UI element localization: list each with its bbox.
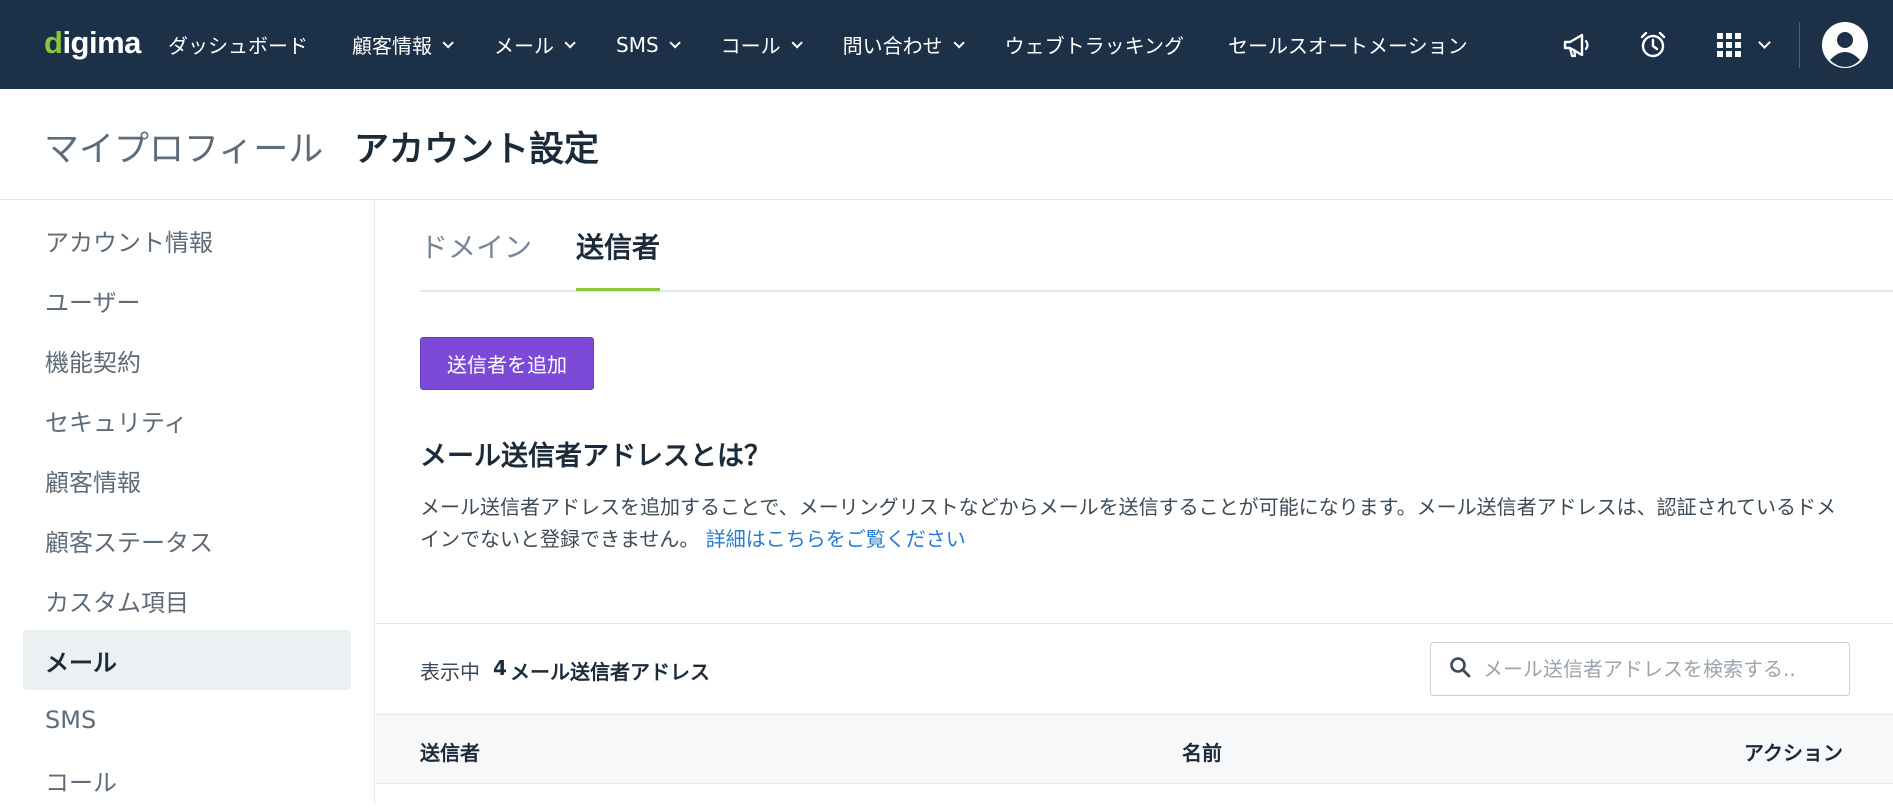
sender-search-box[interactable] xyxy=(1430,642,1850,696)
sidebar-item-sms[interactable]: SMS xyxy=(23,690,351,750)
nav-item-call[interactable]: コール xyxy=(720,30,803,59)
sidebar-item-contracts[interactable]: 機能契約 xyxy=(23,330,351,390)
sidebar-item-label: メール xyxy=(45,648,117,677)
tab-my-profile[interactable]: マイプロフィール xyxy=(44,121,323,172)
sidebar-item-mail[interactable]: メール xyxy=(23,630,351,690)
tab-senders[interactable]: 送信者 xyxy=(576,226,661,291)
nav-item-mail[interactable]: メール xyxy=(494,30,576,59)
nav-item-label: 顧客情報 xyxy=(352,34,432,58)
column-header-sender[interactable]: 送信者 xyxy=(420,737,480,766)
main-menu: ダッシュボード 顧客情報 メール SMS コール 問い合わせ ウェブトラッキング… xyxy=(168,0,1512,89)
alarm-clock-icon[interactable] xyxy=(1636,28,1670,62)
nav-item-label: ダッシュボード xyxy=(168,34,308,58)
help-details-link[interactable]: 詳細はこちらをご覧ください xyxy=(706,527,966,551)
sidebar-item-call[interactable]: コール xyxy=(23,750,351,810)
chevron-down-icon[interactable] xyxy=(1758,36,1771,49)
sidebar-item-label: アカウント情報 xyxy=(45,228,213,257)
help-title: メール送信者アドレスとは？ xyxy=(420,441,771,472)
sidebar-item-security[interactable]: セキュリティ xyxy=(23,390,351,450)
digima-logo[interactable]: d igima xyxy=(44,24,141,62)
sidebar-item-label: カスタム項目 xyxy=(45,588,189,617)
sender-list-header: 表示中 4 メール送信者アドレス xyxy=(376,623,1893,714)
help-text: メール送信者アドレスを追加することで、メーリングリストなどからメールを送信するこ… xyxy=(420,495,1836,551)
sidebar-item-account-info[interactable]: アカウント情報 xyxy=(23,210,351,270)
nav-item-web-tracking[interactable]: ウェブトラッキング xyxy=(1005,30,1184,59)
top-navigation-bar: d igima ダッシュボード 顧客情報 メール SMS コール 問い合わせ ウェ… xyxy=(0,0,1893,89)
nav-item-dashboard[interactable]: ダッシュボード xyxy=(168,30,308,59)
chevron-down-icon xyxy=(791,36,803,49)
sender-count: 4 xyxy=(493,656,507,680)
sidebar-item-customer-status[interactable]: 顧客ステータス xyxy=(23,510,351,570)
chevron-down-icon xyxy=(953,36,965,49)
sidebar-item-label: ユーザー xyxy=(45,288,141,317)
column-header-name[interactable]: 名前 xyxy=(1182,737,1222,766)
nav-icon-group xyxy=(1560,0,1868,89)
sidebar-item-label: セキュリティ xyxy=(45,408,188,437)
nav-item-inquiry[interactable]: 問い合わせ xyxy=(842,30,965,59)
search-icon xyxy=(1449,656,1471,682)
nav-item-sales-automation[interactable]: セールスオートメーション xyxy=(1228,30,1468,59)
sidebar-item-label: 顧客ステータス xyxy=(45,528,213,557)
sidebar-item-users[interactable]: ユーザー xyxy=(23,270,351,330)
tab-domain[interactable]: ドメイン xyxy=(420,226,532,288)
showing-label: 表示中 xyxy=(420,660,480,684)
nav-divider xyxy=(1799,21,1800,68)
settings-sidebar: アカウント情報 ユーザー 機能契約 セキュリティ 顧客情報 顧客ステータス カス… xyxy=(0,200,375,804)
sidebar-item-label: コール xyxy=(45,768,117,797)
mail-settings-tabs: ドメイン 送信者 xyxy=(420,200,1893,292)
sender-table-header: 送信者 名前 アクション xyxy=(376,714,1893,784)
sender-search-input[interactable] xyxy=(1483,657,1823,681)
nav-item-label: コール xyxy=(720,34,781,58)
chevron-down-icon xyxy=(669,36,681,49)
megaphone-icon[interactable] xyxy=(1560,28,1594,62)
chevron-down-icon xyxy=(564,36,576,49)
sidebar-item-customers[interactable]: 顧客情報 xyxy=(23,450,351,510)
sidebar-item-custom-fields[interactable]: カスタム項目 xyxy=(23,570,351,630)
user-avatar-icon[interactable] xyxy=(1822,21,1868,68)
nav-item-label: ウェブトラッキング xyxy=(1004,34,1185,58)
nav-item-label: SMS xyxy=(616,32,659,57)
sender-count-unit: メール送信者アドレス xyxy=(510,660,710,684)
nav-item-label: 問い合わせ xyxy=(842,34,943,58)
tab-account-settings[interactable]: アカウント設定 xyxy=(354,121,599,172)
column-header-actions: アクション xyxy=(1744,741,1843,765)
nav-item-sms[interactable]: SMS xyxy=(616,32,681,57)
help-description: メール送信者アドレスを追加することで、メーリングリストなどからメールを送信するこ… xyxy=(420,491,1850,555)
sidebar-item-label: SMS xyxy=(45,706,97,734)
nav-item-label: セールスオートメーション xyxy=(1228,34,1468,58)
add-sender-button[interactable]: 送信者を追加 xyxy=(420,337,594,390)
apps-grid-icon[interactable] xyxy=(1712,28,1746,62)
sidebar-item-label: 顧客情報 xyxy=(45,468,141,497)
chevron-down-icon xyxy=(442,36,454,49)
sidebar-item-label: 機能契約 xyxy=(45,348,141,377)
nav-item-customers[interactable]: 顧客情報 xyxy=(352,30,454,59)
page-header: マイプロフィール アカウント設定 xyxy=(0,89,1893,200)
nav-item-label: メール xyxy=(494,34,554,58)
